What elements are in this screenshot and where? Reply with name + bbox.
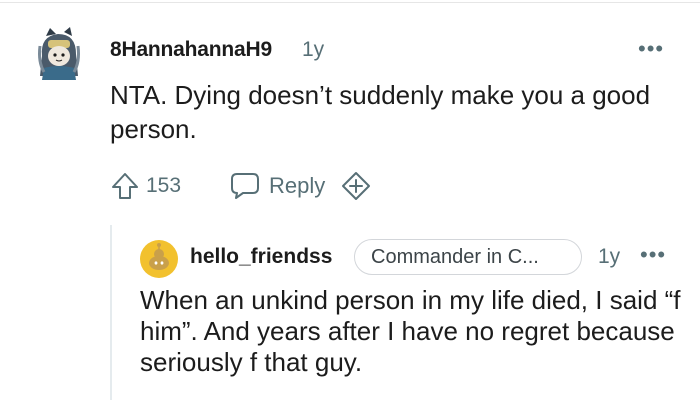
reply-bubble-icon — [231, 173, 260, 199]
comment-author[interactable]: 8HannahannaH9 — [110, 38, 272, 62]
avatar-illustration-icon — [38, 27, 80, 80]
reply-author[interactable]: hello_friendss — [190, 245, 332, 269]
comment-age: 1y — [302, 38, 325, 61]
thread-line[interactable] — [110, 225, 112, 400]
top-divider — [0, 2, 700, 3]
upvote-button[interactable]: 153 — [110, 171, 181, 201]
reply-body: When an unkind person in my life died, I… — [140, 285, 681, 377]
reply-button[interactable]: Reply — [229, 171, 325, 201]
user-avatar[interactable] — [36, 26, 82, 80]
award-plus-icon — [342, 172, 371, 200]
reply-age: 1y — [598, 245, 621, 268]
vote-count: 153 — [146, 174, 182, 197]
award-button[interactable] — [341, 171, 371, 201]
snoo-avatar-icon — [140, 240, 178, 278]
comment-body: NTA. Dying doesn’t suddenly make you a g… — [110, 80, 651, 144]
user-flair: Commander in C... — [354, 239, 582, 275]
upvote-icon — [112, 173, 138, 199]
reply-avatar[interactable] — [140, 240, 178, 278]
reply-more-options-button[interactable]: ••• — [640, 242, 666, 268]
reply-label: Reply — [269, 173, 326, 198]
more-options-button[interactable]: ••• — [638, 36, 664, 62]
comment-actions: 153 Reply — [110, 168, 371, 204]
